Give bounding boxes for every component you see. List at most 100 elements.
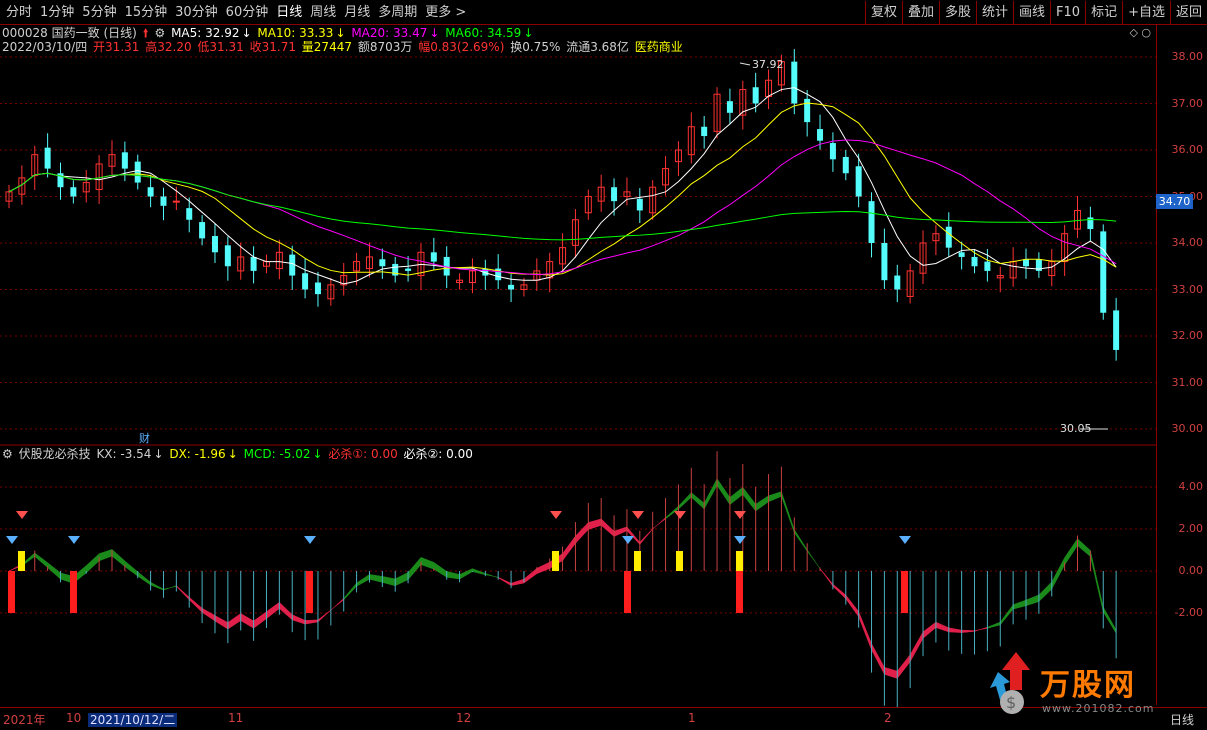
period-tab[interactable]: 15分钟 bbox=[121, 1, 172, 25]
watermark-logo: $ 万股网 www.201082.com bbox=[990, 650, 1160, 720]
signal-bar-red bbox=[736, 571, 743, 613]
watermark-text: 万股网 bbox=[1040, 668, 1136, 703]
signal-bar-red bbox=[306, 571, 313, 613]
toolbar-button[interactable]: 标记 bbox=[1085, 0, 1122, 25]
candle-down bbox=[752, 87, 759, 104]
candle-down bbox=[868, 201, 875, 243]
candle-down bbox=[44, 147, 51, 169]
indicator-band bbox=[176, 585, 190, 601]
dx-arrow-icon: ↓ bbox=[227, 447, 238, 461]
period-tab[interactable]: 日线 bbox=[272, 1, 306, 25]
candle-down bbox=[302, 273, 309, 290]
toolbar-button[interactable]: 多股 bbox=[938, 0, 976, 25]
candle-down bbox=[121, 152, 128, 169]
gem-icon bbox=[622, 536, 634, 544]
indicator-tick: 4.00 bbox=[1178, 480, 1204, 493]
indicator-band bbox=[459, 568, 473, 580]
toolbar-button[interactable]: 复权 bbox=[864, 0, 902, 25]
gem-icon bbox=[674, 511, 686, 519]
indicator-band bbox=[871, 643, 885, 675]
indicator-name[interactable]: 伏股龙必杀技 bbox=[19, 447, 91, 461]
signal-bar-red bbox=[901, 571, 908, 613]
indicator-band bbox=[240, 613, 254, 629]
toolbar-button[interactable]: 叠加 bbox=[901, 0, 939, 25]
indicator-band bbox=[317, 609, 332, 623]
indicator-tick: 2.00 bbox=[1178, 522, 1204, 535]
bisha2-value: 必杀②: 0.00 bbox=[403, 447, 473, 461]
mcd-arrow-icon: ↓ bbox=[312, 447, 323, 461]
period-tab[interactable]: 分时 bbox=[2, 1, 36, 25]
mcd-value: MCD: -5.02 bbox=[243, 447, 311, 461]
price-chart[interactable] bbox=[0, 25, 1156, 707]
indicator-band bbox=[613, 526, 628, 537]
indicator-band bbox=[111, 548, 126, 568]
signal-bar-yellow bbox=[18, 551, 25, 571]
indicator-band bbox=[716, 477, 731, 506]
period-tab[interactable]: 1分钟 bbox=[36, 1, 78, 25]
indicator-band bbox=[575, 521, 589, 545]
toolbar-button[interactable]: 统计 bbox=[976, 0, 1013, 25]
indicator-band bbox=[356, 573, 370, 587]
high-marker bbox=[739, 62, 751, 66]
period-label[interactable]: 日线 bbox=[1170, 711, 1194, 728]
period-tab[interactable]: 月线 bbox=[340, 1, 374, 25]
date-highlight: 2021/10/12/二 bbox=[88, 713, 178, 727]
candle-down bbox=[945, 226, 952, 248]
indicator-band bbox=[832, 583, 847, 600]
price-tick: 31.00 bbox=[1171, 375, 1204, 389]
indicator-band bbox=[304, 619, 319, 625]
signal-bar-yellow bbox=[676, 551, 683, 571]
indicator-band bbox=[214, 615, 229, 630]
financial-report-mark[interactable]: 财 bbox=[139, 430, 150, 446]
price-tick: 30.00 bbox=[1171, 422, 1204, 435]
gem-icon bbox=[6, 536, 18, 544]
period-tab[interactable]: 30分钟 bbox=[171, 1, 222, 25]
indicator-band bbox=[1103, 606, 1117, 635]
indicator-band bbox=[227, 612, 241, 630]
candle-down bbox=[211, 236, 218, 253]
indicator-band bbox=[407, 556, 422, 581]
toolbar-button[interactable]: +自选 bbox=[1122, 0, 1170, 25]
indicator-band bbox=[369, 574, 383, 583]
toolbar-buttons: 复权 叠加 多股 统计 画线 F10 标记 +自选 返回 bbox=[864, 0, 1207, 25]
candle-down bbox=[405, 268, 412, 271]
indicator-band bbox=[678, 491, 692, 510]
toolbar-button[interactable]: 画线 bbox=[1013, 0, 1050, 25]
period-tab[interactable]: 周线 bbox=[306, 1, 340, 25]
indicator-band bbox=[446, 571, 460, 580]
indicator-tick: 0.00 bbox=[1178, 564, 1204, 577]
indicator-band bbox=[124, 560, 138, 577]
indicator-band bbox=[343, 582, 357, 601]
indicator-band bbox=[510, 578, 525, 586]
candle-down bbox=[430, 252, 437, 262]
candle-down bbox=[314, 282, 321, 295]
toolbar-button[interactable]: F10 bbox=[1050, 0, 1085, 25]
indicator-band bbox=[420, 556, 435, 570]
signal-bar-yellow bbox=[736, 551, 743, 571]
signal-bar-yellow bbox=[634, 551, 641, 571]
indicator-settings-icon[interactable]: ⚙ bbox=[2, 447, 13, 461]
candle-down bbox=[199, 222, 206, 239]
period-tab[interactable]: 60分钟 bbox=[222, 1, 273, 25]
indicator-band bbox=[961, 629, 975, 633]
indicator-band bbox=[137, 571, 151, 586]
gem-icon bbox=[734, 511, 746, 519]
indicator-band bbox=[1064, 537, 1078, 566]
period-tab[interactable]: 5分钟 bbox=[78, 1, 120, 25]
indicator-band bbox=[201, 607, 216, 622]
toolbar-button[interactable]: 返回 bbox=[1169, 0, 1207, 25]
indicator-band bbox=[897, 653, 911, 680]
candle-down bbox=[250, 256, 257, 271]
indicator-band bbox=[639, 528, 653, 546]
period-tab[interactable]: 更多 > bbox=[421, 1, 470, 25]
signal-bar-red bbox=[8, 571, 15, 613]
indicator-band bbox=[497, 576, 512, 587]
candle-down bbox=[881, 243, 888, 281]
candle-down bbox=[70, 187, 77, 197]
indicator-band bbox=[729, 486, 744, 506]
period-tab[interactable]: 多周期 bbox=[374, 1, 421, 25]
indicator-band bbox=[394, 572, 409, 587]
gem-icon bbox=[632, 511, 644, 519]
low-note: 30.05 bbox=[1060, 422, 1092, 435]
price-axis: 38.0037.0036.0035.0034.0033.0032.0031.00… bbox=[1156, 25, 1207, 705]
